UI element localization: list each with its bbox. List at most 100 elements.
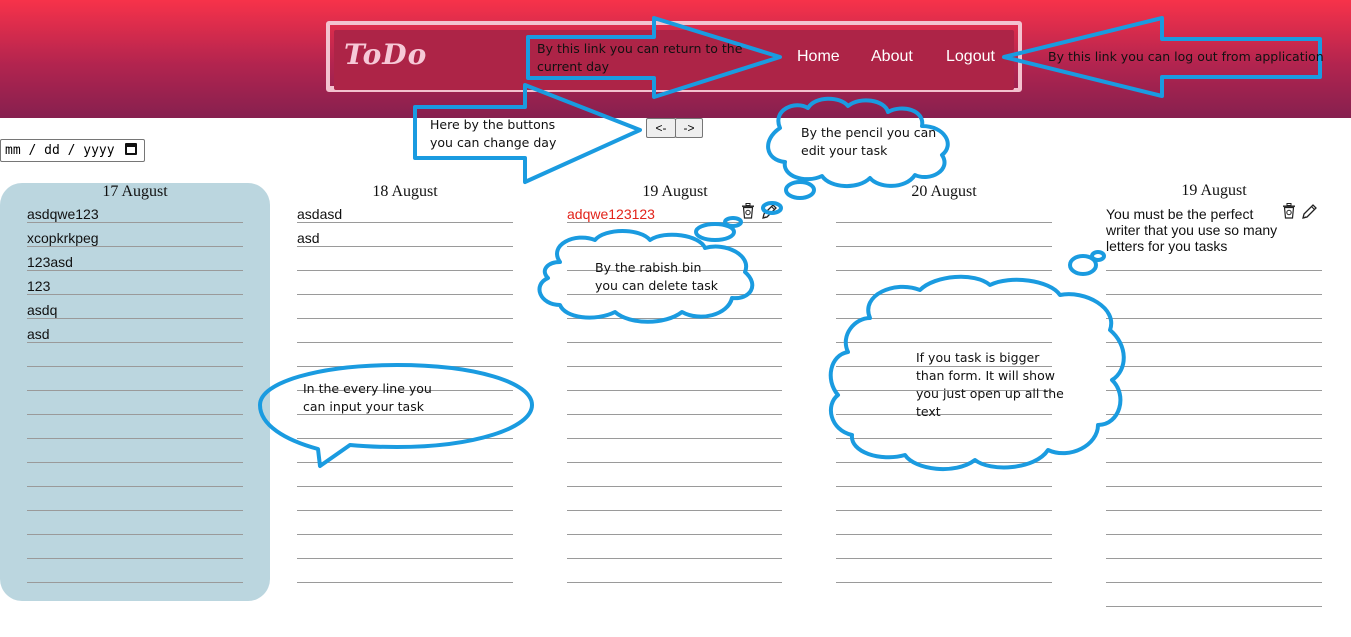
task-input-line[interactable] xyxy=(297,294,513,295)
task-item[interactable]: asdqwe123 xyxy=(27,206,99,222)
task-input-line[interactable] xyxy=(836,222,1052,223)
trash-icon[interactable] xyxy=(1282,203,1296,219)
task-input-line[interactable] xyxy=(297,534,513,535)
task-input-line[interactable] xyxy=(297,438,513,439)
task-input-line[interactable] xyxy=(27,462,243,463)
task-input-line[interactable] xyxy=(567,222,782,223)
task-input-line[interactable] xyxy=(27,246,243,247)
task-input-line[interactable] xyxy=(1106,414,1322,415)
task-item[interactable]: asdq xyxy=(27,302,57,318)
task-input-line[interactable] xyxy=(567,390,782,391)
home-annotation-text: By this link you can return to the curre… xyxy=(537,41,743,74)
task-input-line[interactable] xyxy=(27,510,243,511)
task-input-line[interactable] xyxy=(1106,606,1322,607)
task-input-line[interactable] xyxy=(836,342,1052,343)
task-input-line[interactable] xyxy=(1106,390,1322,391)
column-date: 19 August xyxy=(642,183,708,200)
task-item[interactable]: xcopkrkpeg xyxy=(27,230,99,246)
task-input-line[interactable] xyxy=(27,294,243,295)
task-input-line[interactable] xyxy=(567,534,782,535)
task-input-line[interactable] xyxy=(297,582,513,583)
task-input-line[interactable] xyxy=(836,294,1052,295)
task-input-line[interactable] xyxy=(1106,486,1322,487)
task-input-line[interactable] xyxy=(836,438,1052,439)
task-input-line[interactable] xyxy=(297,486,513,487)
task-input-line[interactable] xyxy=(297,246,513,247)
task-input-line[interactable] xyxy=(27,270,243,271)
task-input-line[interactable] xyxy=(297,510,513,511)
calendar-icon[interactable] xyxy=(125,143,137,155)
pencil-icon[interactable] xyxy=(1301,203,1318,220)
task-item-selected[interactable]: adqwe123123 xyxy=(567,206,655,222)
task-input-line[interactable] xyxy=(567,582,782,583)
task-input-line[interactable] xyxy=(1106,582,1322,583)
task-input-line[interactable] xyxy=(567,486,782,487)
task-input-line[interactable] xyxy=(1106,510,1322,511)
long-task-cloud-bubble xyxy=(1090,250,1106,262)
prev-day-button[interactable]: <- xyxy=(646,118,676,138)
task-input-line[interactable] xyxy=(1106,270,1322,271)
task-input-line[interactable] xyxy=(27,390,243,391)
task-item[interactable]: asd xyxy=(297,230,320,246)
task-input-line[interactable] xyxy=(1106,318,1322,319)
task-input-line[interactable] xyxy=(27,438,243,439)
task-input-line[interactable] xyxy=(1106,462,1322,463)
task-input-line[interactable] xyxy=(27,342,243,343)
task-item[interactable]: asdasd xyxy=(297,206,342,222)
task-input-line[interactable] xyxy=(567,318,782,319)
date-placeholder: mm / dd / yyyy xyxy=(5,143,115,158)
task-input-line[interactable] xyxy=(27,222,243,223)
task-input-line[interactable] xyxy=(27,582,243,583)
task-input-line[interactable] xyxy=(567,414,782,415)
task-input-line[interactable] xyxy=(836,558,1052,559)
task-input-line[interactable] xyxy=(836,534,1052,535)
home-link[interactable]: Home xyxy=(797,48,840,66)
task-input-line[interactable] xyxy=(297,366,513,367)
task-item-expanded[interactable]: You must be the perfect writer that you … xyxy=(1106,206,1281,254)
pencil-annotation-text: By the pencil you can edit your task xyxy=(801,125,937,158)
task-input-line[interactable] xyxy=(297,462,513,463)
task-item[interactable]: asd xyxy=(27,326,50,342)
task-item[interactable]: 123asd xyxy=(27,254,73,270)
task-input-line[interactable] xyxy=(297,270,513,271)
task-input-line[interactable] xyxy=(836,486,1052,487)
task-input-line[interactable] xyxy=(27,414,243,415)
task-input-line[interactable] xyxy=(567,462,782,463)
logout-link[interactable]: Logout xyxy=(946,48,995,66)
task-input-line[interactable] xyxy=(567,510,782,511)
task-input-line[interactable] xyxy=(836,582,1052,583)
task-input-line[interactable] xyxy=(27,366,243,367)
task-input-line[interactable] xyxy=(836,510,1052,511)
task-input-line[interactable] xyxy=(836,462,1052,463)
task-input-line[interactable] xyxy=(27,318,243,319)
task-input-line[interactable] xyxy=(1106,366,1322,367)
task-input-line[interactable] xyxy=(297,222,513,223)
date-picker-input[interactable]: mm / dd / yyyy xyxy=(0,139,145,162)
pencil-icon[interactable] xyxy=(761,203,778,220)
task-input-line[interactable] xyxy=(297,318,513,319)
task-input-line[interactable] xyxy=(836,246,1052,247)
task-input-line[interactable] xyxy=(27,486,243,487)
task-input-line[interactable] xyxy=(297,342,513,343)
task-input-line[interactable] xyxy=(567,366,782,367)
next-day-button[interactable]: -> xyxy=(675,118,703,138)
task-input-line[interactable] xyxy=(836,318,1052,319)
column-date: 17 August xyxy=(102,183,168,200)
about-link[interactable]: About xyxy=(871,48,913,66)
task-item[interactable]: 123 xyxy=(27,278,50,294)
task-input-line[interactable] xyxy=(1106,558,1322,559)
task-input-line[interactable] xyxy=(1106,438,1322,439)
task-input-line[interactable] xyxy=(567,246,782,247)
trash-icon[interactable] xyxy=(741,203,755,219)
task-input-line[interactable] xyxy=(27,534,243,535)
task-input-line[interactable] xyxy=(567,438,782,439)
pencil-cloud-bubble xyxy=(784,180,816,200)
task-input-line[interactable] xyxy=(567,558,782,559)
task-input-line[interactable] xyxy=(836,270,1052,271)
task-input-line[interactable] xyxy=(1106,294,1322,295)
task-input-line[interactable] xyxy=(27,558,243,559)
task-input-line[interactable] xyxy=(1106,534,1322,535)
task-input-line[interactable] xyxy=(297,558,513,559)
task-input-line[interactable] xyxy=(567,342,782,343)
task-input-line[interactable] xyxy=(1106,342,1322,343)
